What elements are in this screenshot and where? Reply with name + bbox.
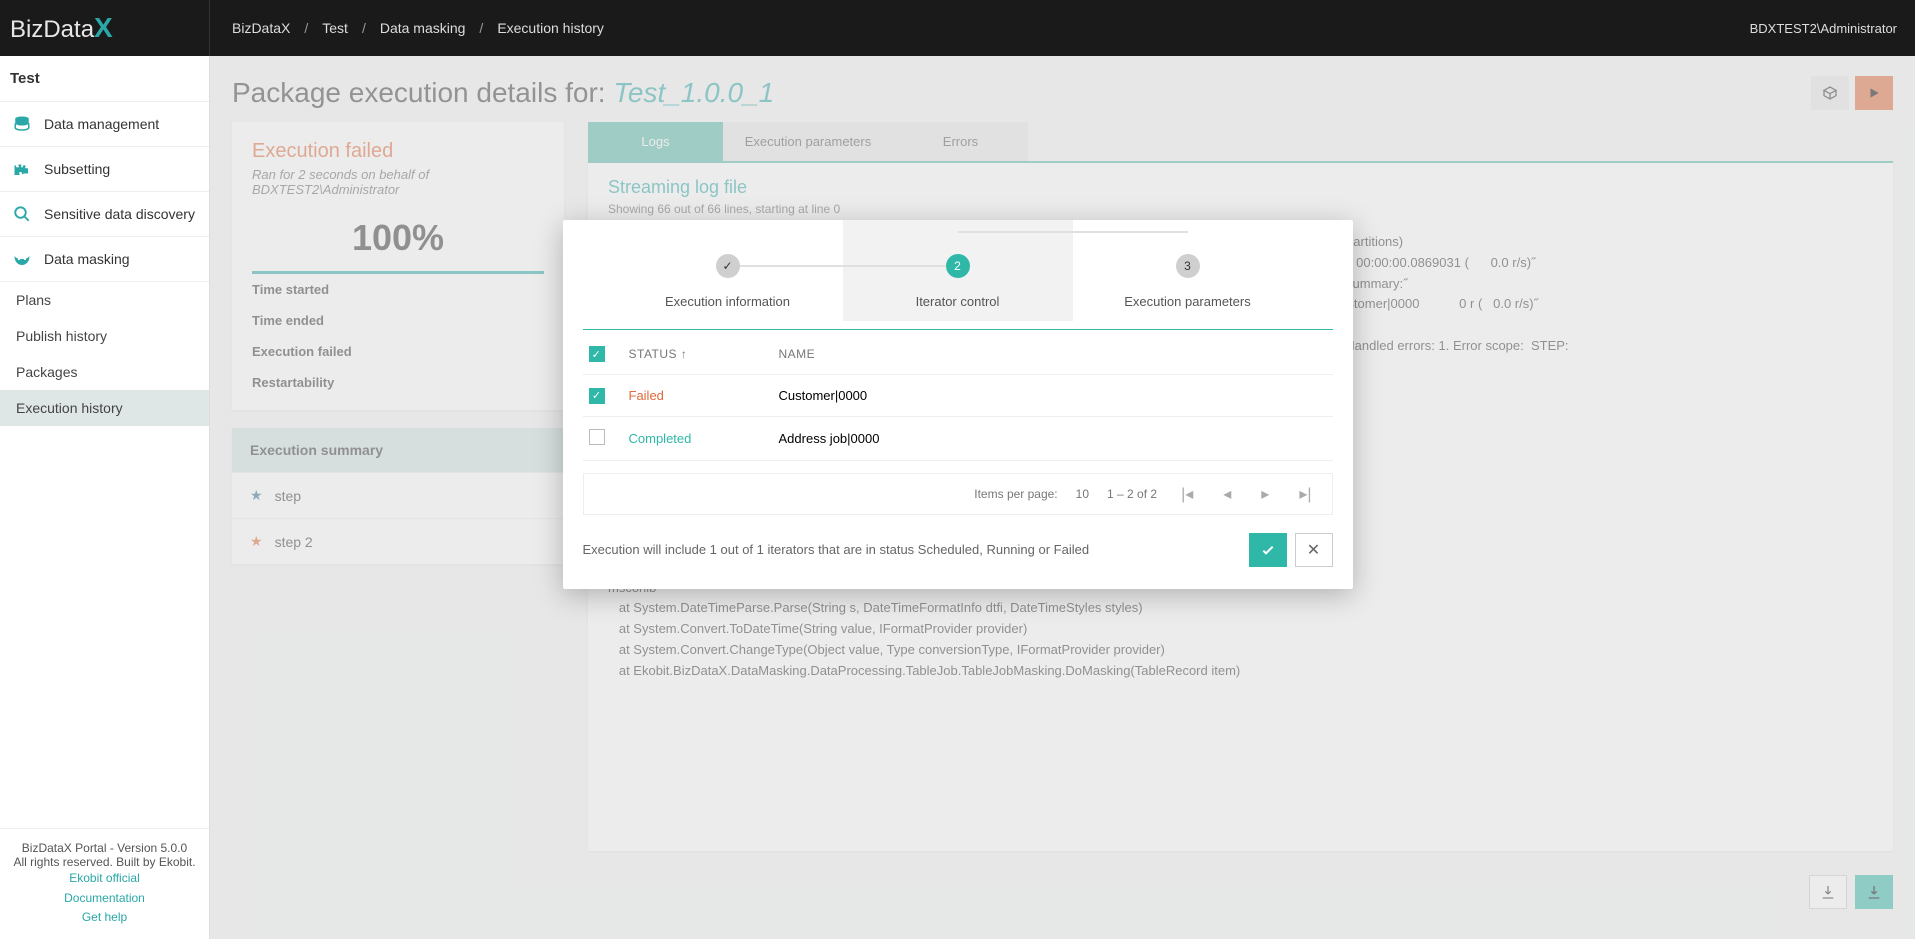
step-number-icon: 2 xyxy=(946,254,970,278)
sidebar-item-discovery[interactable]: Sensitive data discovery xyxy=(0,192,209,237)
table-row[interactable]: Completed Address job|0000 xyxy=(583,417,1333,461)
pager-first-icon[interactable]: |◂ xyxy=(1175,484,1199,504)
crumb-page[interactable]: Execution history xyxy=(497,20,604,36)
wizard-step-label: Execution information xyxy=(665,294,790,309)
database-icon xyxy=(12,114,32,134)
footer-link-help[interactable]: Get help xyxy=(8,908,201,927)
workspace-name: Test xyxy=(0,56,209,102)
pager-next-icon[interactable]: ▸ xyxy=(1255,484,1275,504)
footer-link-official[interactable]: Ekobit official xyxy=(8,869,201,888)
row-status: Completed xyxy=(629,431,779,446)
sidebar-item-label: Data masking xyxy=(44,251,130,267)
check-icon: ✓ xyxy=(716,254,740,278)
iterator-control-modal: ✓ Execution information 2 Iterator contr… xyxy=(563,220,1353,589)
row-status: Failed xyxy=(629,388,779,403)
select-all-checkbox[interactable]: ✓ xyxy=(589,346,605,362)
col-name[interactable]: NAME xyxy=(779,347,1327,361)
sidebar-sub-publish[interactable]: Publish history xyxy=(0,318,209,354)
step-number-icon: 3 xyxy=(1176,254,1200,278)
cancel-button[interactable]: ✕ xyxy=(1295,533,1333,567)
table-row[interactable]: ✓ Failed Customer|0000 xyxy=(583,375,1333,417)
row-checkbox[interactable] xyxy=(589,429,605,445)
breadcrumb: BizDataX/ Test/ Data masking/ Execution … xyxy=(210,20,1750,36)
row-checkbox[interactable]: ✓ xyxy=(589,388,605,404)
wizard-step-2[interactable]: 2 Iterator control xyxy=(843,220,1073,321)
sidebar-sub-plans[interactable]: Plans xyxy=(0,282,209,318)
row-name: Customer|0000 xyxy=(779,388,1327,403)
crumb-module[interactable]: Data masking xyxy=(380,20,466,36)
close-icon: ✕ xyxy=(1307,540,1320,560)
sidebar-item-label: Sensitive data discovery xyxy=(44,206,195,222)
pager-ipp-label: Items per page: xyxy=(974,487,1057,501)
modal-footer-text: Execution will include 1 out of 1 iterat… xyxy=(583,542,1090,557)
crumb-ws[interactable]: Test xyxy=(322,20,348,36)
wizard-step-label: Execution parameters xyxy=(1124,294,1250,309)
col-status[interactable]: STATUS ↑ xyxy=(629,347,779,361)
search-icon xyxy=(12,204,32,224)
sidebar-item-subsetting[interactable]: Subsetting xyxy=(0,147,209,192)
check-icon xyxy=(1260,542,1276,558)
crumb-root[interactable]: BizDataX xyxy=(232,20,290,36)
mask-icon xyxy=(12,249,32,269)
pager: Items per page: 10 1 – 2 of 2 |◂ ◂ ▸ ▸| xyxy=(583,473,1333,515)
sidebar-item-data-management[interactable]: Data management xyxy=(0,102,209,147)
puzzle-icon xyxy=(12,159,32,179)
footer-version: BizDataX Portal - Version 5.0.0 xyxy=(8,841,201,855)
pager-prev-icon[interactable]: ◂ xyxy=(1217,484,1237,504)
sidebar-sub-packages[interactable]: Packages xyxy=(0,354,209,390)
sidebar-footer: BizDataX Portal - Version 5.0.0 All righ… xyxy=(0,828,209,939)
logo[interactable]: BizDataX xyxy=(0,0,210,56)
wizard-step-3[interactable]: 3 Execution parameters xyxy=(1073,254,1303,309)
pager-range: 1 – 2 of 2 xyxy=(1107,487,1157,501)
wizard-step-label: Iterator control xyxy=(916,294,1000,309)
wizard-step-1[interactable]: ✓ Execution information xyxy=(613,254,843,309)
sidebar-item-label: Data management xyxy=(44,116,159,132)
table-header: ✓ STATUS ↑ NAME xyxy=(583,334,1333,375)
footer-link-docs[interactable]: Documentation xyxy=(8,889,201,908)
sidebar-item-masking[interactable]: Data masking xyxy=(0,237,209,282)
sidebar-item-label: Subsetting xyxy=(44,161,110,177)
user-label[interactable]: BDXTEST2\Administrator xyxy=(1750,21,1915,36)
row-name: Address job|0000 xyxy=(779,431,1327,446)
confirm-button[interactable] xyxy=(1249,533,1287,567)
pager-ipp-value[interactable]: 10 xyxy=(1076,487,1089,501)
pager-last-icon[interactable]: ▸| xyxy=(1293,484,1317,504)
sidebar-sub-execution-history[interactable]: Execution history xyxy=(0,390,209,426)
footer-rights: All rights reserved. Built by Ekobit. xyxy=(8,855,201,869)
